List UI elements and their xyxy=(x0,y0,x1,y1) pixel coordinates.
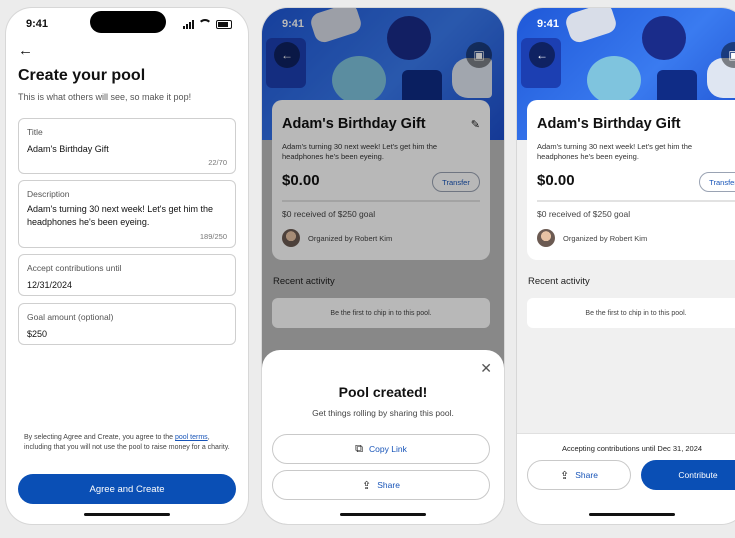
char-counter: 189/250 xyxy=(199,232,227,241)
home-indicator xyxy=(589,513,675,516)
wifi-icon xyxy=(198,19,212,29)
pool-detail-screen: 9:41 ← ▣ Adam's Birthday Gift ✎ Adam's t… xyxy=(517,8,735,524)
status-time: 9:41 xyxy=(537,18,560,30)
pool-amount: $0.00 xyxy=(537,172,575,189)
transfer-button[interactable]: Transfer xyxy=(699,172,735,192)
home-indicator xyxy=(84,513,170,516)
organizer-text: Organized by Robert Kim xyxy=(563,233,648,243)
organizer-row: Organized by Robert Kim xyxy=(537,229,647,247)
goal-text: $0 received of $250 goal xyxy=(537,209,631,219)
create-pool-screen: 9:41 ← Create your pool This is what oth… xyxy=(6,8,248,524)
back-arrow-icon[interactable]: ← xyxy=(18,42,33,59)
copy-link-button[interactable]: ⧉ Copy Link xyxy=(272,434,490,464)
pool-created-screen: 9:41 ← ▣ Adam's Birthday Gift ✎ Adam's t… xyxy=(262,8,504,524)
status-time: 9:41 xyxy=(26,18,49,30)
close-icon[interactable]: ✕ xyxy=(480,360,492,377)
pool-name: Adam's Birthday Gift xyxy=(537,116,681,132)
legal-text: By selecting Agree and Create, you agree… xyxy=(24,434,230,451)
sheet-title: Pool created! xyxy=(338,384,428,400)
status-bar: 9:41 xyxy=(517,16,735,34)
recent-activity-title: Recent activity xyxy=(528,276,590,287)
field-value: 12/31/2024 xyxy=(27,280,73,290)
page-subtitle: This is what others will see, so make it… xyxy=(18,92,192,102)
contribution-date-field[interactable]: Accept contributions until 12/31/2024 xyxy=(18,254,236,296)
pool-description: Adam's turning 30 next week! Let's get h… xyxy=(537,142,693,161)
accepting-text: Accepting contributions until Dec 31, 20… xyxy=(561,444,703,453)
piggy-bank-icon xyxy=(587,56,641,104)
back-arrow-icon[interactable]: ← xyxy=(529,42,555,68)
field-value: Adam's Birthday Gift xyxy=(27,144,109,154)
copy-icon: ⧉ xyxy=(355,442,364,455)
status-bar: 9:41 xyxy=(6,16,248,34)
share-button[interactable]: ⇪ Share xyxy=(272,470,490,500)
title-field[interactable]: Title Adam's Birthday Gift 22/70 xyxy=(18,118,236,174)
pool-terms-link[interactable]: pool terms xyxy=(175,434,208,441)
pool-card: Adam's Birthday Gift ✎ Adam's turning 30… xyxy=(527,100,735,260)
field-value: Adam's turning 30 next week! Let's get h… xyxy=(27,204,214,227)
goal-progress-bar xyxy=(537,200,735,202)
pool-created-sheet: ✕ Pool created! Get things rolling by sh… xyxy=(262,350,504,524)
share-icon: ⇪ xyxy=(362,479,372,492)
share-button[interactable]: ⇪ Share xyxy=(527,460,631,490)
page-title: Create your pool xyxy=(18,67,146,84)
avatar xyxy=(537,229,555,247)
agree-create-button[interactable]: Agree and Create xyxy=(18,474,236,504)
description-field[interactable]: Description Adam's turning 30 next week!… xyxy=(18,180,236,248)
empty-activity: Be the first to chip in to this pool. xyxy=(527,298,735,328)
field-label: Accept contributions until xyxy=(27,263,122,273)
battery-icon xyxy=(216,19,232,29)
field-value: $250 xyxy=(27,329,48,339)
char-counter: 22/70 xyxy=(208,158,227,167)
bottom-action-bar: Accepting contributions until Dec 31, 20… xyxy=(517,433,735,524)
home-indicator xyxy=(340,513,426,516)
signal-icon xyxy=(183,19,194,29)
goal-amount-field[interactable]: Goal amount (optional) $250 xyxy=(18,303,236,345)
sheet-subtitle: Get things rolling by sharing this pool. xyxy=(312,408,454,418)
field-label: Description xyxy=(27,189,70,199)
field-label: Title xyxy=(27,127,43,137)
share-icon: ⇪ xyxy=(560,469,570,482)
field-label: Goal amount (optional) xyxy=(27,312,114,322)
contribute-button[interactable]: Contribute xyxy=(641,460,735,490)
